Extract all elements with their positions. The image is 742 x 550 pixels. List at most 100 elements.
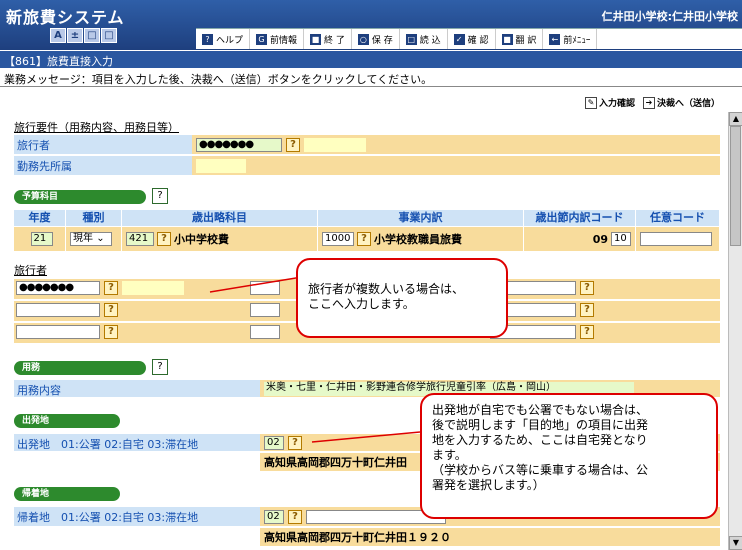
traveler-1-name bbox=[122, 281, 184, 295]
traveler-8-input[interactable] bbox=[250, 325, 280, 339]
section-code: 09 bbox=[592, 232, 608, 246]
save-icon: ○ bbox=[357, 33, 369, 45]
traveler-3-help-icon[interactable]: ? bbox=[580, 281, 594, 295]
kind-select[interactable]: 現年 ⌄ bbox=[70, 232, 112, 246]
previous-info-icon: G bbox=[256, 33, 268, 45]
kind-cell: 現年 ⌄ bbox=[66, 227, 122, 251]
office-label: 勤務先所属 bbox=[14, 156, 192, 175]
return-address-row: 高知県高岡郡四万十町仁井田１９２０ bbox=[14, 528, 720, 546]
travelers-heading: 旅行者 bbox=[14, 264, 47, 277]
purpose-help-icon[interactable]: ? bbox=[152, 359, 168, 375]
col-subject: 歳出略科目 bbox=[122, 210, 318, 226]
school-name: 仁井田小学校:仁井田小学校 bbox=[601, 10, 738, 23]
return-help-icon[interactable]: ? bbox=[288, 509, 302, 524]
traveler-2-input[interactable] bbox=[250, 281, 280, 295]
font-size-a-button[interactable]: A bbox=[50, 28, 66, 43]
app-header: 新旅費システム 仁井田小学校:仁井田小学校 A ± □ □ ? ヘルプ G 前情報 … bbox=[0, 0, 742, 50]
load-icon: □ bbox=[405, 33, 417, 45]
traveler-7-input[interactable] bbox=[16, 325, 100, 339]
font-medium-button[interactable]: □ bbox=[84, 28, 100, 43]
subject-help-icon[interactable]: ? bbox=[157, 232, 171, 246]
col-optional-code: 任意コード bbox=[636, 210, 720, 226]
scroll-thumb[interactable] bbox=[730, 126, 741, 246]
traveler-id-input[interactable]: ●●●●●●● bbox=[196, 137, 282, 152]
vertical-scrollbar[interactable]: ▲ ▼ bbox=[728, 112, 742, 550]
toolbar: ? ヘルプ G 前情報 ■ 終 了 ○ 保 存 □ 読 込 ✓ 確 認 ■ 翻 訳 ← 前ﾒﾆｭ… bbox=[196, 28, 742, 49]
traveler-1-help-icon[interactable]: ? bbox=[104, 281, 118, 295]
subject-code-input[interactable]: 421 bbox=[126, 232, 154, 246]
traveler-row: 旅行者 ●●●●●●● ? bbox=[14, 135, 720, 155]
travel-requirements-heading: 旅行要件（用務内容、用務日等） bbox=[14, 121, 179, 134]
return-address-cell: 高知県高岡郡四万十町仁井田１９２０ bbox=[260, 528, 720, 546]
optional-code-cell bbox=[636, 227, 720, 251]
send-doc-icon: ➔ bbox=[642, 96, 655, 109]
callout-departure-note: 出発地が自宅でも公署でもない場合は、 後で説明します「目的地」の項目に出発 地を… bbox=[420, 393, 718, 519]
previous-info-button[interactable]: G 前情報 bbox=[250, 29, 305, 49]
budget-help-icon[interactable]: ? bbox=[152, 188, 168, 204]
year-input[interactable]: 21 bbox=[30, 232, 53, 246]
budget-section-pill: 予算科目 bbox=[14, 190, 146, 204]
departure-section-pill: 出発地 bbox=[14, 414, 120, 428]
purpose-section-pill: 用務 bbox=[14, 361, 146, 375]
section-sub-input[interactable]: 10 bbox=[611, 232, 631, 246]
callout-multiple-travelers: 旅行者が複数人いる場合は、 ここへ入力します。 bbox=[296, 258, 508, 338]
exit-icon: ■ bbox=[310, 33, 322, 45]
traveler-name-display bbox=[304, 137, 366, 152]
budget-row: 21 現年 ⌄ 421? 小中学校費 1000? 小学校教職員旅費 09 10 bbox=[14, 227, 720, 251]
translate-button[interactable]: ■ 翻 訳 bbox=[496, 29, 544, 49]
app-title: 新旅費システム bbox=[6, 8, 125, 27]
scroll-up-arrow-icon[interactable]: ▲ bbox=[729, 112, 742, 126]
traveler-9-help-icon[interactable]: ? bbox=[580, 325, 594, 339]
checkmark-icon: ✓ bbox=[453, 33, 465, 45]
traveler-label: 旅行者 bbox=[14, 135, 192, 154]
traveler-5-input[interactable] bbox=[250, 303, 280, 317]
previous-menu-button[interactable]: ← 前ﾒﾆｭｰ bbox=[543, 29, 598, 49]
save-button[interactable]: ○ 保 存 bbox=[352, 29, 400, 49]
office-row: 勤務先所属 bbox=[14, 156, 720, 176]
optional-code-input[interactable] bbox=[640, 232, 712, 246]
confirm-doc-icon: ✎ bbox=[584, 96, 597, 109]
traveler-1-input[interactable]: ●●●●●●● bbox=[16, 281, 100, 295]
business-message: 業務メッセージ：項目を入力した後、決裁へ（送信）ボタンをクリックしてください。 bbox=[0, 69, 742, 87]
departure-address: 高知県高岡郡四万十町仁井田 bbox=[264, 456, 407, 469]
return-section-pill: 帰着地 bbox=[14, 487, 120, 501]
help-button[interactable]: ? ヘルプ bbox=[196, 29, 251, 49]
section-code-cell: 09 10 bbox=[524, 227, 636, 251]
subject-cell: 421? 小中学校費 bbox=[122, 227, 318, 251]
project-code-input[interactable]: 1000 bbox=[322, 232, 354, 246]
traveler-4-help-icon[interactable]: ? bbox=[104, 303, 118, 317]
subject-name: 小中学校費 bbox=[174, 233, 229, 246]
font-larger-button[interactable]: ± bbox=[67, 28, 83, 43]
departure-label: 出発地 01:公署 02:自宅 03:滞在地 bbox=[14, 434, 260, 451]
year-cell: 21 bbox=[14, 227, 66, 251]
purpose-label: 用務内容 bbox=[14, 380, 260, 397]
office-display bbox=[196, 158, 246, 173]
font-size-buttons: A ± □ □ bbox=[50, 28, 117, 43]
departure-code-input[interactable]: 02 bbox=[264, 435, 284, 450]
traveler-6-help-icon[interactable]: ? bbox=[580, 303, 594, 317]
font-small-button[interactable]: □ bbox=[101, 28, 117, 43]
confirm-button[interactable]: ✓ 確 認 bbox=[448, 29, 496, 49]
scroll-down-arrow-icon[interactable]: ▼ bbox=[729, 536, 742, 550]
traveler-help-icon[interactable]: ? bbox=[286, 137, 300, 152]
col-year: 年度 bbox=[14, 210, 66, 226]
project-cell: 1000? 小学校教職員旅費 bbox=[318, 227, 524, 251]
load-button[interactable]: □ 読 込 bbox=[400, 29, 448, 49]
return-code-input[interactable]: 02 bbox=[264, 509, 284, 524]
screen-id-bar: 【861】旅費直接入力 bbox=[0, 51, 742, 68]
exit-button[interactable]: ■ 終 了 bbox=[304, 29, 352, 49]
submit-approval-link[interactable]: ➔ 決裁へ（送信） bbox=[642, 96, 720, 109]
traveler-value-cell: ●●●●●●● ? bbox=[192, 135, 720, 154]
departure-help-icon[interactable]: ? bbox=[288, 435, 302, 450]
col-section-code: 歳出節内訳コード bbox=[524, 210, 636, 226]
action-links: ✎ 入力確認 ➔ 決裁へ（送信） bbox=[584, 96, 720, 109]
back-arrow-icon: ← bbox=[549, 33, 561, 45]
project-help-icon[interactable]: ? bbox=[357, 232, 371, 246]
traveler-7-help-icon[interactable]: ? bbox=[104, 325, 118, 339]
return-label: 帰着地 01:公署 02:自宅 03:滞在地 bbox=[14, 507, 260, 526]
chevron-down-icon: ⌄ bbox=[96, 233, 105, 244]
col-kind: 種別 bbox=[66, 210, 122, 226]
input-confirm-link[interactable]: ✎ 入力確認 bbox=[584, 96, 635, 109]
col-project: 事業内訳 bbox=[318, 210, 524, 226]
traveler-4-input[interactable] bbox=[16, 303, 100, 317]
